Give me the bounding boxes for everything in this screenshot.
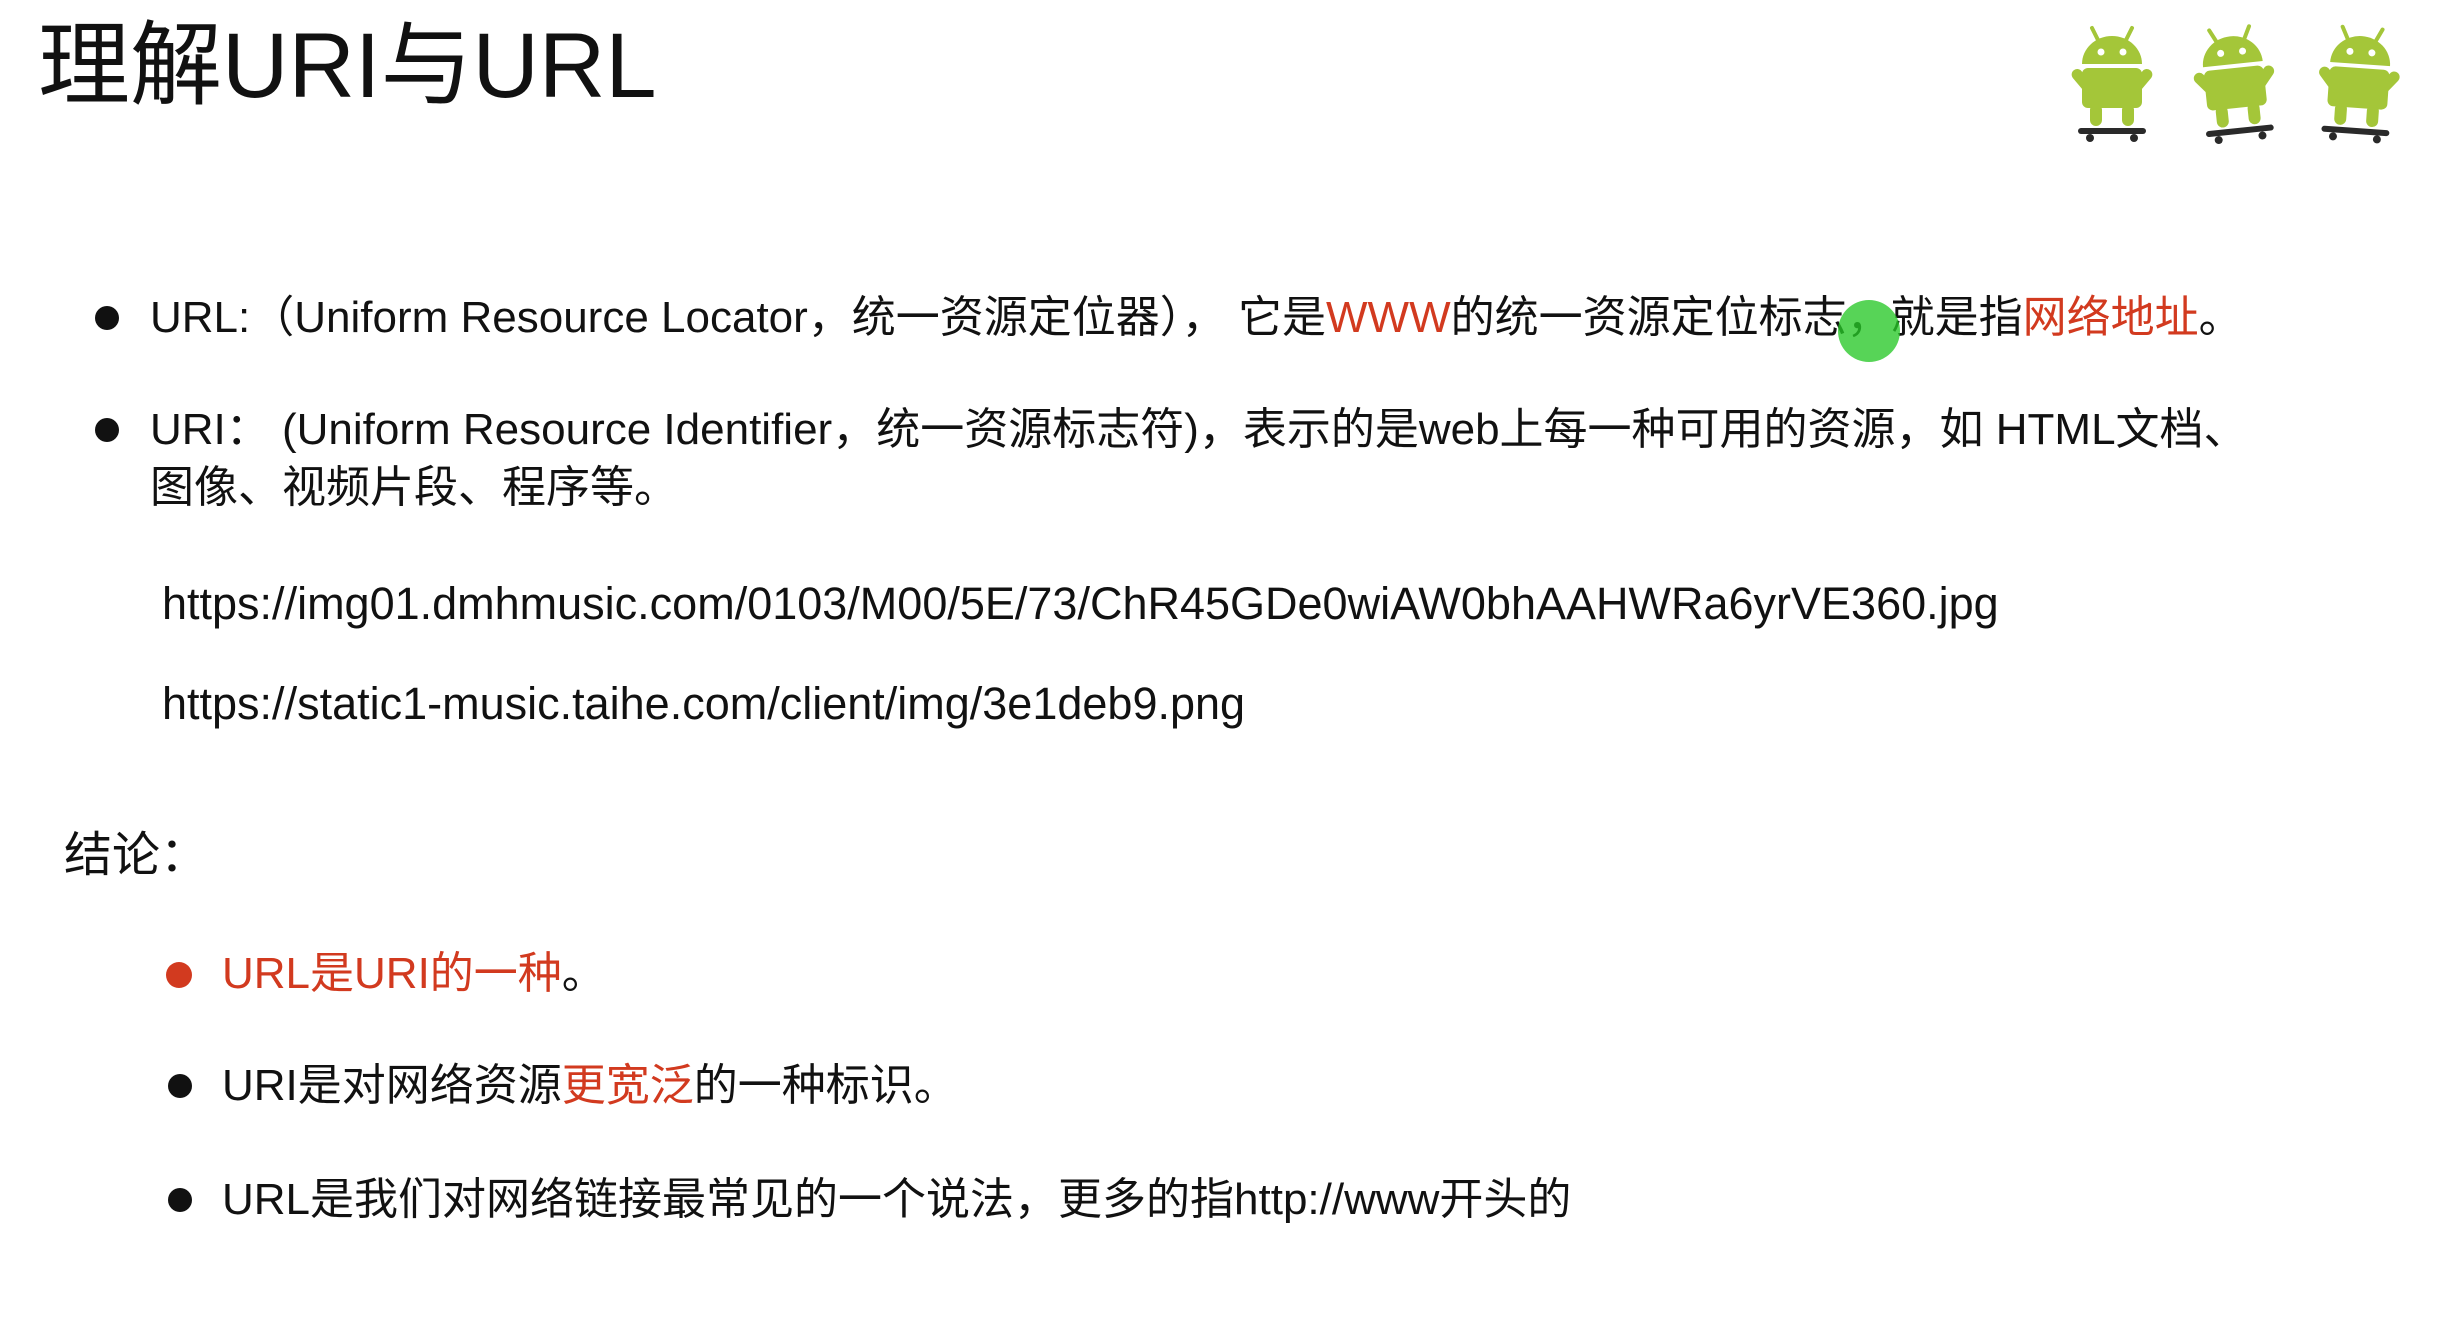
conclusion-2-part: URI是对网络资源 <box>222 1061 562 1110</box>
android-robots-logo-icon <box>2067 21 2408 146</box>
www-highlight: WWW <box>1326 293 1451 342</box>
page-title: 理解URI与URL <box>38 15 657 117</box>
url-definition-part: 。 <box>2198 293 2243 342</box>
bullet-uri-icon <box>95 418 119 442</box>
bullet-url-icon <box>95 306 119 330</box>
example-url-1: https://img01.dmhmusic.com/0103/M00/5E/7… <box>162 578 1999 629</box>
conclusion-1-text: URL是URI的一种 <box>222 949 562 998</box>
uri-definition-line-2: 图像、视频片段、程序等。 <box>150 463 678 512</box>
network-address-highlight: 网络地址 <box>2022 293 2199 342</box>
url-definition-part: 的统一资源定位标志，就是指 <box>1450 293 2023 342</box>
uri-definition-line-1: URI： (Uniform Resource Identifier，统一资源标志… <box>150 405 2248 454</box>
conclusion-1-suffix: 。 <box>561 949 606 998</box>
broader-highlight: 更宽泛 <box>561 1061 694 1110</box>
conclusion-3: URL是我们对网络链接最常见的一个说法，更多的指http://www开头的 <box>222 1175 1572 1224</box>
bullet-conclusion-2-icon <box>168 1074 192 1098</box>
cursor-highlight-icon <box>1838 300 1900 362</box>
bullet-conclusion-1-icon <box>166 962 192 988</box>
conclusion-label: 结论： <box>64 829 209 882</box>
bullet-conclusion-3-icon <box>168 1188 192 1212</box>
url-definition-part: URL:（Uniform Resource Locator，统一资源定位器）， … <box>150 293 1327 342</box>
conclusion-2-part: 的一种标识。 <box>693 1061 958 1110</box>
conclusion-1: URL是URI的一种。 <box>222 946 606 1002</box>
example-url-2: https://static1-music.taihe.com/client/i… <box>162 678 1246 729</box>
conclusion-2: URI是对网络资源更宽泛的一种标识。 <box>222 1058 958 1114</box>
url-definition: URL:（Uniform Resource Locator，统一资源定位器）， … <box>150 290 2243 346</box>
